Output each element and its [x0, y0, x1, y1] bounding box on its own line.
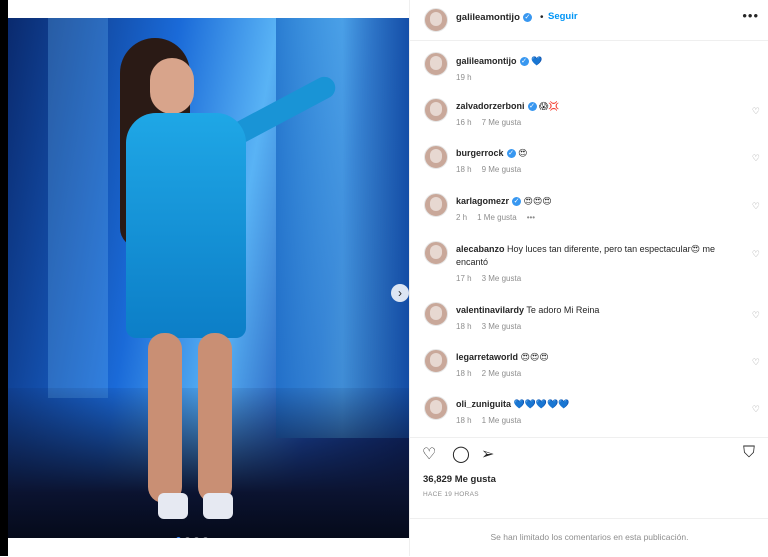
- bookmark-icon[interactable]: ⛉: [743, 444, 755, 462]
- verified-icon: ✓: [522, 12, 532, 22]
- avatar[interactable]: [424, 145, 448, 169]
- chevron-right-icon[interactable]: ›: [391, 284, 409, 302]
- more-options-icon[interactable]: •••: [742, 8, 759, 23]
- comment-meta: 16 h7 Me gusta: [456, 118, 522, 127]
- caption-time: 19 h: [456, 73, 472, 82]
- heart-icon[interactable]: ♡: [752, 153, 760, 164]
- caption-emoji: 💙: [531, 56, 543, 66]
- action-bar: ♡ ◯ ➢ ⛉: [410, 437, 768, 468]
- heart-icon[interactable]: ♡: [422, 444, 436, 464]
- avatar[interactable]: [424, 302, 448, 326]
- separator-dot: •: [540, 12, 544, 23]
- comment-icon[interactable]: ◯: [452, 444, 470, 464]
- carousel-dots: [176, 537, 208, 538]
- comment-meta: 18 h3 Me gusta: [456, 322, 522, 331]
- avatar[interactable]: [424, 98, 448, 122]
- comment-text: oli_zuniguita 💙💙💙💙💙: [456, 399, 570, 409]
- avatar[interactable]: [424, 193, 448, 217]
- carousel-dot: [185, 537, 190, 538]
- figure-dress: [126, 113, 246, 338]
- post-sidebar: galileamontijo ✓ • Seguir ••• galileamont…: [409, 0, 768, 556]
- more-options-icon[interactable]: •••: [527, 213, 535, 222]
- carousel-dot: [194, 537, 199, 538]
- post-image[interactable]: ›: [8, 18, 409, 538]
- comment-username[interactable]: zalvadorzerboni: [456, 101, 525, 111]
- heart-icon[interactable]: ♡: [752, 106, 760, 117]
- comment-likes[interactable]: 1 Me gusta: [482, 416, 522, 425]
- comment-text: alecabanzo Hoy luces tan diferente, pero…: [456, 244, 716, 267]
- avatar[interactable]: [424, 396, 448, 420]
- heart-icon[interactable]: ♡: [752, 249, 760, 260]
- verified-icon: ✓: [527, 102, 537, 112]
- mirror-panel: [276, 18, 409, 438]
- figure-leg-right: [198, 333, 232, 503]
- comment-meta: 18 h1 Me gusta: [456, 416, 522, 425]
- comment-username[interactable]: oli_zuniguita: [456, 399, 511, 409]
- avatar[interactable]: [424, 349, 448, 373]
- comment-username[interactable]: valentinavilardy: [456, 305, 524, 315]
- post-header: galileamontijo ✓ • Seguir •••: [410, 0, 768, 41]
- light-panel: [48, 18, 108, 398]
- comment-likes[interactable]: 3 Me gusta: [482, 274, 522, 283]
- backdrop: [0, 0, 8, 556]
- comments-limited-notice: Se han limitado los comentarios en esta …: [410, 518, 768, 557]
- comment-text: burgerrock ✓ 😍: [456, 148, 528, 159]
- verified-icon: ✓: [512, 197, 522, 207]
- likes-count[interactable]: 36,829 Me gusta: [423, 474, 496, 485]
- figure-face: [150, 58, 194, 114]
- verified-icon: ✓: [519, 57, 529, 67]
- avatar[interactable]: [424, 241, 448, 265]
- comment-meta: 17 h3 Me gusta: [456, 274, 522, 283]
- figure-shoe-left: [158, 493, 188, 519]
- comment-meta: 2 h1 Me gusta •••: [456, 213, 536, 222]
- comment-username[interactable]: karlagomezr: [456, 196, 509, 206]
- carousel-dot: [176, 537, 181, 538]
- follow-button[interactable]: Seguir: [548, 11, 578, 22]
- carousel-dot: [203, 537, 208, 538]
- comment-likes[interactable]: 2 Me gusta: [482, 369, 522, 378]
- avatar[interactable]: [424, 8, 448, 32]
- heart-icon[interactable]: ♡: [752, 404, 760, 415]
- comment-likes[interactable]: 3 Me gusta: [482, 322, 522, 331]
- comment-meta: 18 h2 Me gusta: [456, 369, 522, 378]
- heart-icon[interactable]: ♡: [752, 310, 760, 321]
- share-icon[interactable]: ➢: [481, 444, 494, 464]
- avatar[interactable]: [424, 52, 448, 76]
- comment-username[interactable]: burgerrock: [456, 148, 504, 158]
- comment-likes[interactable]: 7 Me gusta: [482, 118, 522, 127]
- verified-icon: ✓: [506, 149, 516, 159]
- comment-text: legarretaworld 😍😍😍: [456, 352, 549, 362]
- heart-icon[interactable]: ♡: [752, 201, 760, 212]
- instagram-post-view: › galileamontijo ✓ • Seguir ••• galileamo…: [0, 0, 768, 556]
- comment-text: valentinavilardy Te adoro Mi Reina: [456, 305, 600, 315]
- comment-text: zalvadorzerboni ✓ 😱💢: [456, 101, 560, 112]
- comment-meta: 18 h9 Me gusta: [456, 165, 522, 174]
- heart-icon[interactable]: ♡: [752, 357, 760, 368]
- comment-username[interactable]: alecabanzo: [456, 244, 505, 254]
- comment-text: karlagomezr ✓ 😍😍😍: [456, 196, 552, 207]
- caption-username[interactable]: galileamontijo: [456, 56, 517, 66]
- figure-leg-left: [148, 333, 182, 503]
- figure-shoe-right: [203, 493, 233, 519]
- post-timestamp: HACE 19 HORAS: [423, 491, 479, 498]
- comment-username[interactable]: legarretaworld: [456, 352, 518, 362]
- comment-likes[interactable]: 1 Me gusta: [477, 213, 517, 222]
- caption-text: galileamontijo ✓ 💙: [456, 55, 746, 68]
- comment-likes[interactable]: 9 Me gusta: [482, 165, 522, 174]
- author-username[interactable]: galileamontijo ✓: [456, 12, 532, 23]
